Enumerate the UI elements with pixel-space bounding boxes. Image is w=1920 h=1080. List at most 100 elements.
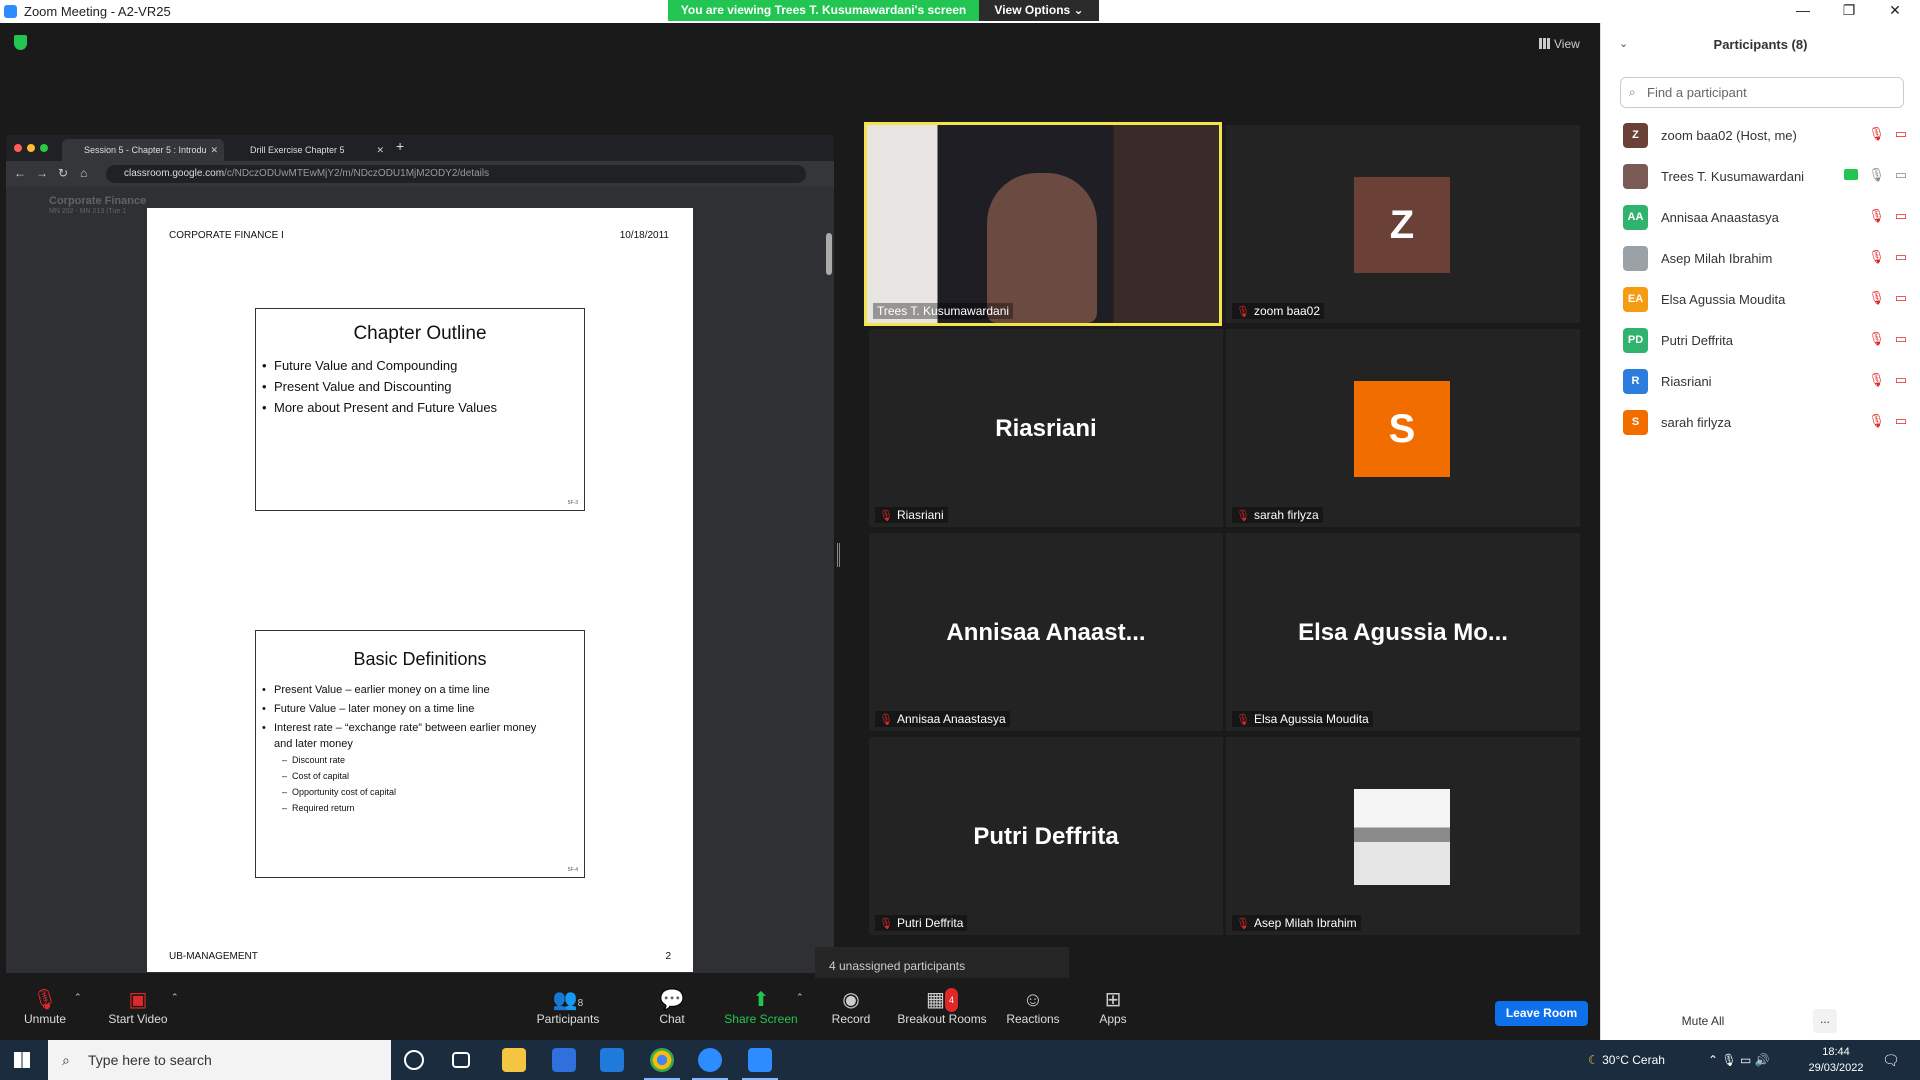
video-off-icon[interactable]: ▭ bbox=[1895, 372, 1907, 387]
video-off-icon[interactable]: ▭ bbox=[1895, 331, 1907, 346]
participant-row[interactable]: Z zoom baa02 (Host, me) 🎙 ▭ bbox=[1601, 115, 1920, 156]
participant-row[interactable]: PD Putri Deffrita 🎙 ▭ bbox=[1601, 320, 1920, 361]
view-splitter-handle[interactable] bbox=[837, 543, 840, 567]
video-options-chevron-icon[interactable]: ⌃ bbox=[171, 992, 179, 1003]
chat-button[interactable]: 💬 Chat bbox=[627, 988, 717, 1026]
address-bar[interactable]: classroom.google.com/c/NDczODUwMTEwMjY2/… bbox=[106, 165, 806, 183]
video-tile-putri[interactable]: Putri Deffrita 🎙 Putri Deffrita bbox=[869, 737, 1223, 935]
participant-row[interactable]: Trees T. Kusumawardani 🎙 ▭ bbox=[1601, 156, 1920, 197]
mail-icon[interactable] bbox=[600, 1048, 624, 1072]
video-tile-sarah[interactable]: S 🎙 sarah firlyza bbox=[1226, 329, 1580, 527]
slide-basic-definitions: Basic Definitions Present Value – earlie… bbox=[255, 630, 585, 878]
find-participant-input[interactable]: ⌕ Find a participant bbox=[1620, 77, 1904, 108]
tab-close-icon[interactable]: ✕ bbox=[210, 139, 218, 161]
mute-all-button[interactable]: Mute All bbox=[1665, 1009, 1741, 1033]
leave-room-button[interactable]: Leave Room bbox=[1495, 1001, 1588, 1026]
participant-avatar: EA bbox=[1623, 287, 1648, 312]
muted-mic-icon[interactable]: 🎙 bbox=[1868, 413, 1885, 428]
start-video-button[interactable]: ▣ Start Video bbox=[93, 988, 183, 1026]
reactions-button[interactable]: ☺ Reactions bbox=[988, 988, 1078, 1026]
view-options-button[interactable]: View Options ⌄ bbox=[979, 0, 1099, 21]
participants-panel-title: Participants (8) bbox=[1713, 37, 1808, 52]
share-options-chevron-icon[interactable]: ⌃ bbox=[796, 992, 804, 1003]
video-tile-annisaa[interactable]: Annisaa Anaast... 🎙 Annisaa Anaastasya bbox=[869, 533, 1223, 731]
record-button[interactable]: ◉ Record bbox=[806, 988, 896, 1026]
video-off-icon[interactable]: ▭ bbox=[1895, 249, 1907, 264]
chevron-up-icon[interactable]: ⌃ bbox=[1708, 1053, 1718, 1067]
more-options-button[interactable]: ... bbox=[1813, 1009, 1837, 1033]
muted-mic-icon[interactable]: 🎙 bbox=[1868, 208, 1885, 223]
participants-count: 8 bbox=[577, 998, 584, 1009]
zoom-taskbar-icon[interactable] bbox=[742, 1048, 778, 1080]
forward-icon[interactable]: → bbox=[36, 166, 48, 180]
video-person bbox=[987, 173, 1097, 323]
video-off-icon[interactable]: ▭ bbox=[1895, 208, 1907, 223]
home-icon[interactable]: ⌂ bbox=[80, 166, 87, 180]
video-tile-trees[interactable]: Trees T. Kusumawardani bbox=[864, 122, 1222, 326]
apps-label: Apps bbox=[1099, 1012, 1127, 1026]
tray-icons[interactable]: ⌃ 🎙 ▭ 🔊 bbox=[1708, 1040, 1770, 1080]
network-icon[interactable]: ▭ bbox=[1740, 1053, 1751, 1067]
encryption-shield-icon[interactable] bbox=[14, 35, 27, 50]
tile-big-name: Riasriani bbox=[995, 415, 1097, 442]
maximize-dot-icon[interactable] bbox=[40, 144, 48, 152]
taskbar-search-input[interactable]: ⌕ Type here to search bbox=[48, 1040, 391, 1080]
muted-mic-icon[interactable]: 🎙 bbox=[1868, 249, 1885, 264]
mic-icon[interactable]: 🎙 bbox=[1868, 167, 1885, 182]
tile-big-name: Annisaa Anaast... bbox=[946, 619, 1146, 646]
slide-bullet: Future Value – later money on a time lin… bbox=[262, 701, 554, 717]
file-explorer-icon[interactable] bbox=[502, 1048, 526, 1072]
chrome-icon[interactable] bbox=[644, 1048, 680, 1080]
tab-close-icon[interactable]: ✕ bbox=[376, 139, 384, 161]
muted-mic-icon[interactable]: 🎙 bbox=[1868, 126, 1885, 141]
participant-row[interactable]: AA Annisaa Anaastasya 🎙 ▭ bbox=[1601, 197, 1920, 238]
video-tile-asep[interactable]: 🎙 Asep Milah Ibrahim bbox=[1226, 737, 1580, 935]
minimize-dot-icon[interactable] bbox=[27, 144, 35, 152]
windows-start-icon[interactable] bbox=[14, 1052, 30, 1068]
participant-row[interactable]: S sarah firlyza 🎙 ▭ bbox=[1601, 402, 1920, 443]
participant-name: Elsa Agussia Moudita bbox=[1661, 292, 1786, 307]
muted-mic-icon[interactable]: 🎙 bbox=[1868, 290, 1885, 305]
video-off-icon[interactable]: ▭ bbox=[1895, 126, 1907, 141]
participants-label: Participants bbox=[536, 1012, 600, 1026]
view-button[interactable]: View bbox=[1539, 33, 1595, 55]
audio-options-chevron-icon[interactable]: ⌃ bbox=[74, 992, 82, 1003]
video-icon[interactable]: ▭ bbox=[1895, 167, 1907, 182]
video-off-icon[interactable]: ▭ bbox=[1895, 413, 1907, 428]
reload-icon[interactable]: ↻ bbox=[58, 166, 68, 180]
close-window-button[interactable]: ✕ bbox=[1872, 0, 1918, 23]
pdf-scrollbar[interactable] bbox=[826, 233, 832, 275]
apps-button[interactable]: ⊞ Apps bbox=[1068, 988, 1158, 1026]
video-off-icon[interactable]: ▭ bbox=[1895, 290, 1907, 305]
video-tile-zoom-baa02[interactable]: Z 🎙 zoom baa02 bbox=[1226, 125, 1580, 323]
muted-mic-icon[interactable]: 🎙 bbox=[1868, 331, 1885, 346]
restore-button[interactable]: ❐ bbox=[1826, 0, 1872, 23]
slide-number: 5F-4 bbox=[567, 867, 578, 873]
browser-tab-session5[interactable]: Session 5 - Chapter 5 : Introdu ✕ bbox=[62, 139, 224, 161]
task-view-icon[interactable] bbox=[452, 1052, 470, 1068]
browser-tab-drill[interactable]: Drill Exercise Chapter 5 ✕ bbox=[228, 139, 390, 161]
shared-screen[interactable]: Session 5 - Chapter 5 : Introdu ✕ Drill … bbox=[6, 135, 834, 973]
breakout-rooms-button[interactable]: ▦ 4 Breakout Rooms bbox=[897, 988, 987, 1026]
search-icon: ⌕ bbox=[62, 1052, 70, 1068]
share-screen-button[interactable]: ⬆ Share Screen bbox=[716, 988, 806, 1026]
teamviewer-icon[interactable] bbox=[692, 1048, 728, 1080]
taskbar-clock[interactable]: 18:44 29/03/2022 bbox=[1804, 1044, 1868, 1076]
participant-row[interactable]: R Riasriani 🎙 ▭ bbox=[1601, 361, 1920, 402]
new-tab-icon[interactable]: + bbox=[396, 138, 404, 154]
participants-button[interactable]: 👥8 Participants bbox=[523, 988, 613, 1026]
minimize-button[interactable]: — bbox=[1780, 0, 1826, 23]
weather-widget[interactable]: ☾ 30°C Cerah bbox=[1588, 1040, 1665, 1080]
video-tile-riasriani[interactable]: Riasriani 🎙 Riasriani bbox=[869, 329, 1223, 527]
muted-mic-icon[interactable]: 🎙 bbox=[1868, 372, 1885, 387]
cortana-icon[interactable] bbox=[404, 1050, 424, 1070]
close-dot-icon[interactable] bbox=[14, 144, 22, 152]
participant-row[interactable]: Asep Milah Ibrahim 🎙 ▭ bbox=[1601, 238, 1920, 279]
volume-icon[interactable]: 🔊 bbox=[1755, 1053, 1770, 1067]
mic-tray-icon[interactable]: 🎙 bbox=[1721, 1053, 1736, 1067]
notifications-icon[interactable]: 🗨 bbox=[1882, 1040, 1900, 1080]
store-icon[interactable] bbox=[552, 1048, 576, 1072]
participant-row[interactable]: EA Elsa Agussia Moudita 🎙 ▭ bbox=[1601, 279, 1920, 320]
back-icon[interactable]: ← bbox=[14, 166, 26, 180]
video-tile-elsa[interactable]: Elsa Agussia Mo... 🎙 Elsa Agussia Moudita bbox=[1226, 533, 1580, 731]
